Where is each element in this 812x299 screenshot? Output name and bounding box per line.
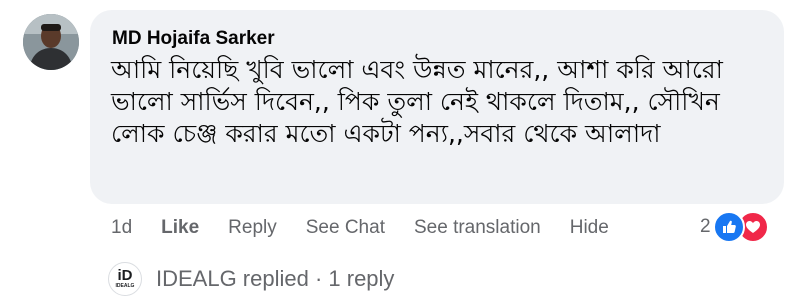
see-chat-button[interactable]: See Chat: [306, 217, 385, 239]
idealg-logo: iD: [117, 267, 133, 284]
author-avatar[interactable]: [23, 14, 79, 70]
like-button[interactable]: Like: [161, 217, 199, 239]
see-translation-button[interactable]: See translation: [414, 217, 541, 239]
idealg-logo-subtext: IDEALG: [115, 283, 135, 289]
avatar-photo: [23, 14, 79, 70]
comment-text: আমি নিয়েছি খুবি ভালো এবং উন্নত মানের,, …: [111, 55, 723, 148]
reaction-count: 2: [700, 216, 711, 237]
comment-author-name[interactable]: MD Hojaifa Sarker: [112, 28, 275, 50]
comment-timestamp[interactable]: 1d: [111, 217, 132, 239]
replies-summary[interactable]: IDEALG replied · 1 reply: [156, 266, 394, 292]
comment-bubble: MD Hojaifa Sarker আমি নিয়েছি খুবি ভালো …: [90, 10, 784, 204]
hide-button[interactable]: Hide: [570, 217, 609, 239]
comment-item: MD Hojaifa Sarker আমি নিয়েছি খুবি ভালো …: [0, 0, 812, 299]
view-replies-link[interactable]: iD IDEALG IDEALG replied · 1 reply: [108, 262, 394, 296]
reply-button[interactable]: Reply: [228, 217, 277, 239]
reaction-summary[interactable]: 2: [700, 211, 769, 243]
comment-actions: 1d Like Reply See Chat See translation H…: [111, 213, 638, 243]
replier-avatar: iD IDEALG: [108, 262, 142, 296]
like-icon: [712, 211, 745, 243]
